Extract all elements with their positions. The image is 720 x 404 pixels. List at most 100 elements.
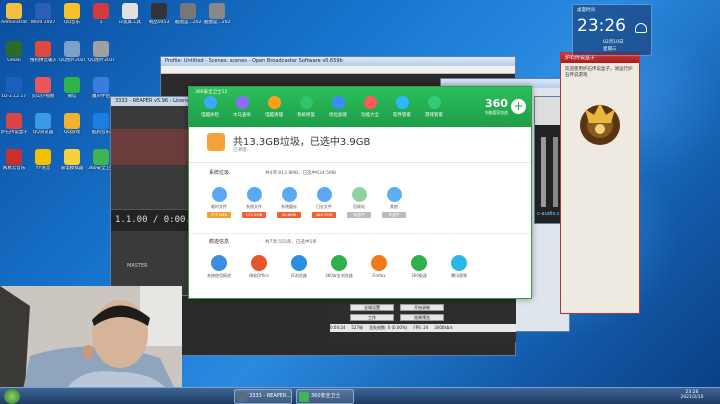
clean-item-icon (281, 187, 297, 202)
app-icon (122, 3, 138, 19)
obs-statusbar: 0:04:24 527帧 丢失帧数: 0 (0.00%) FPS: 24 3000kb/… (330, 324, 516, 332)
desktop-icon[interactable]: YY语音 (30, 148, 56, 178)
desktop-icon[interactable]: 微信 (59, 76, 85, 106)
trace-item[interactable]: 360极速 (401, 255, 437, 279)
obs-button[interactable]: 效果预览 (400, 314, 444, 321)
desktop-icon-label: 搜狗拼音输入法 (30, 58, 56, 63)
desktop-icon[interactable]: QQ游戏 (59, 112, 85, 142)
desktop-icon-label: YY语音 (35, 166, 51, 171)
desktop-icon[interactable]: QQ图片20200814... (59, 40, 85, 70)
trace-item[interactable]: 腾讯视频 (441, 255, 477, 279)
mixer-fader[interactable] (541, 137, 546, 207)
obs-button[interactable]: 全域设置 (350, 304, 394, 311)
trace-item[interactable]: 微软Office (241, 255, 277, 279)
reaper-time: 1.1.00 / 0:00.000 (115, 215, 189, 225)
weather-cloud-icon (635, 23, 647, 33)
reaper-track[interactable] (111, 129, 189, 165)
obs-button[interactable]: 工作 (350, 314, 394, 321)
tool-button[interactable]: 系统修复 (291, 96, 321, 118)
s360-title: 360安全卫士12 (195, 90, 228, 95)
desktop-icon-label: QQ浏览器 (32, 130, 54, 135)
desktop-icon-label: Word 2007 (30, 20, 56, 25)
trace-item[interactable]: 360安全浏览器 (321, 255, 357, 279)
app-icon (93, 113, 109, 129)
app-icon (64, 77, 80, 93)
tool-button[interactable]: 游戏管家 (419, 96, 449, 118)
obs-status: 0:04:24 527帧 丢失帧数: 0 (0.00%) FPS: 24 3000kb/… (330, 325, 459, 330)
desktop-icon[interactable]: QQ音乐 (59, 2, 85, 32)
hearthstone-popup[interactable]: 炉石传说盒子 欢迎使用炉石传说盒子，请运行炉石传说游戏 (560, 52, 640, 314)
s360-window[interactable]: 360安全卫士12 电脑体检 木马查杀 电脑清理 系统修复 优化加速 功能大全 软件管家 游戏… (188, 86, 532, 299)
desktop-icon[interactable]: 制品0453 (146, 2, 172, 32)
desktop-icon-label: QQ图片20191224... (88, 58, 114, 63)
obs-status-field: 3000kb/s (434, 325, 453, 330)
desktop-icon[interactable]: ix宽屏工具 (117, 2, 143, 32)
desktop-icon[interactable]: 1 (88, 2, 114, 32)
desktop-icon[interactable]: 雷电模拟器 (59, 148, 85, 178)
clean-item-label: 日志文件 (316, 204, 332, 209)
clean-item[interactable]: 系统缓存 40.6MB (273, 187, 305, 218)
clean-item-label: 系统文件 (246, 204, 262, 209)
tool-button[interactable]: 电脑体检 (195, 96, 225, 118)
trace-item[interactable]: Firefox (361, 255, 397, 278)
tool-button[interactable]: 功能大全 (355, 96, 385, 118)
trace-item-label: 360极速 (411, 273, 427, 278)
desktop-icon[interactable]: 炉石传说盒子 (1, 112, 27, 142)
taskbar-button[interactable]: 3333 - REAPER... (234, 389, 292, 404)
obs-button[interactable]: 开始录制 (400, 304, 444, 311)
trace-item[interactable]: 系统使用痕迹 (201, 255, 237, 279)
desktop-icon[interactable]: 火山小视频 (30, 76, 56, 106)
taskbar-button-label: 360安全卫士 (311, 393, 341, 399)
trace-item-label: 微软Office (249, 273, 269, 278)
clean-item-size-badge: 未选中 (382, 212, 406, 218)
desktop-icon[interactable]: 网易云音乐 (1, 148, 27, 178)
desktop: Administrato...Word 2007 QQ音乐 1 ix宽屏工具 制品045… (0, 0, 720, 404)
s360-brand-sub: 电脑管家加速 (485, 110, 508, 115)
clean-item[interactable]: 日志文件 468.3MB (308, 187, 340, 218)
taskbar-button[interactable]: 360安全卫士 (296, 389, 354, 404)
clean-item[interactable]: 回收站 未选中 (343, 187, 375, 218)
clean-item-icon (316, 187, 332, 202)
tool-button[interactable]: 木马查杀 (227, 96, 257, 118)
tool-button[interactable]: 电脑清理 (259, 96, 289, 118)
trace-item-icon (251, 255, 267, 271)
desktop-icon[interactable]: 搜狗拼音输入法 (30, 40, 56, 70)
clean-item-icon (246, 187, 262, 202)
obs-menubar (161, 66, 515, 74)
reaper-window[interactable]: 3333 - REAPER v5.96 - Licensed for perso… (110, 96, 190, 296)
clean-item[interactable]: 其他 未选中 (378, 187, 410, 218)
desktop-icon[interactable]: 截图是...2020981... (175, 2, 201, 32)
clock-header: 桌面时间 (577, 8, 595, 13)
desktop-icon[interactable]: Gman (1, 40, 27, 70)
clean-item[interactable]: 临时文件小于1MB (203, 187, 235, 218)
app-icon (151, 3, 167, 19)
start-button[interactable] (4, 389, 20, 404)
desktop-icon-label: 火山小视频 (31, 94, 55, 99)
tool-button[interactable]: 软件管家 (387, 96, 417, 118)
tool-label: 游戏管家 (425, 113, 443, 118)
desktop-icon[interactable]: QQ图片20191224... (88, 40, 114, 70)
app-icon (209, 3, 225, 19)
desktop-icon[interactable]: 截图是...2020891... (204, 2, 230, 32)
trace-item-icon (331, 255, 347, 271)
clean-item[interactable]: 系统文件 125.5MB (238, 187, 270, 218)
audio-brand: c-audio.cn (537, 211, 563, 217)
clock-weekday: 星期三 (603, 47, 617, 52)
clean-item-size-badge: 468.3MB (312, 212, 336, 218)
tool-icon (203, 96, 217, 109)
desktop-icon[interactable]: Administrato... (1, 2, 27, 32)
mixer-fader[interactable] (553, 137, 558, 207)
reaper-master: MASTER (127, 263, 148, 269)
tool-icon (363, 96, 377, 109)
desktop-icon[interactable]: QQ浏览器 (30, 112, 56, 142)
trace-item[interactable]: IE浏览器 (281, 255, 317, 279)
tool-button[interactable]: 优化加速 (323, 96, 353, 118)
desktop-icon[interactable]: Word 2007 (30, 2, 56, 32)
taskbar-button-label: 3333 - REAPER... (249, 393, 291, 399)
tool-icon (267, 96, 281, 109)
desktop-icon[interactable]: LU-2.12.17 (1, 76, 27, 106)
clean-item-size-badge: 小于1MB (207, 212, 231, 218)
add-icon[interactable]: + (511, 99, 526, 114)
reaper-transport[interactable]: 1.1.00 / 0:00.000 (111, 209, 189, 231)
clean-item-label: 临时文件 (211, 204, 227, 209)
